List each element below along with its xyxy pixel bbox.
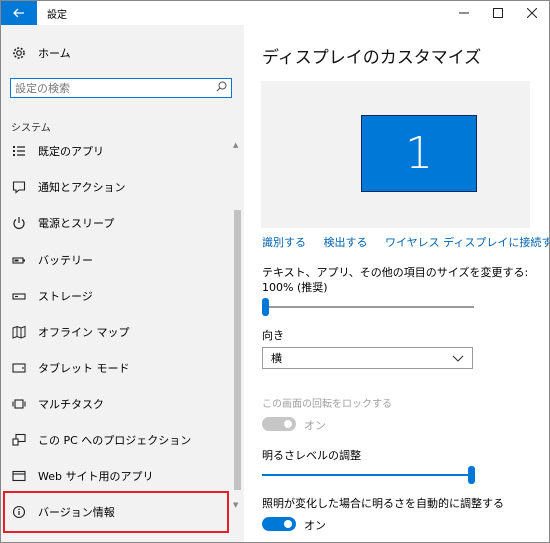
sidebar-item-battery[interactable]: バッテリー bbox=[1, 243, 230, 277]
toggle-knob bbox=[284, 520, 292, 528]
slider-thumb[interactable] bbox=[262, 298, 269, 316]
sidebar-item-label: マルチタスク bbox=[38, 398, 104, 411]
sidebar-item-offline-maps[interactable]: オフライン マップ bbox=[1, 315, 230, 349]
orientation-label: 向き bbox=[262, 329, 284, 342]
sidebar-item-multitasking[interactable]: マルチタスク bbox=[1, 387, 230, 421]
title-bar: 設定 bbox=[1, 1, 549, 25]
monitor-number: 1 bbox=[405, 128, 433, 179]
auto-brightness-state: オン bbox=[304, 519, 326, 532]
settings-window: 設定 ホーム システム 既定のアプリ bbox=[0, 0, 550, 543]
sidebar-item-home[interactable]: ホーム bbox=[1, 39, 244, 67]
brightness-label: 明るさレベルの調整 bbox=[262, 449, 361, 462]
toggle-knob bbox=[284, 420, 292, 428]
detect-link[interactable]: 検出する bbox=[324, 236, 368, 249]
main-content: ディスプレイのカスタマイズ 1 識別する 検出する ワイヤレス ディスプレイに接… bbox=[244, 25, 549, 542]
monitor-tile[interactable]: 1 bbox=[361, 115, 477, 192]
minimize-icon bbox=[459, 12, 469, 14]
tablet-icon bbox=[11, 360, 27, 376]
minimize-button[interactable] bbox=[447, 1, 481, 25]
sidebar-item-about[interactable]: バージョン情報 bbox=[1, 495, 230, 529]
wireless-display-link[interactable]: ワイヤレス ディスプレイに接続する bbox=[385, 236, 549, 249]
section-heading: システム bbox=[11, 123, 51, 134]
sidebar-item-web-apps[interactable]: Web サイト用のアプリ bbox=[1, 459, 230, 493]
back-button[interactable] bbox=[1, 1, 37, 25]
display-links: 識別する 検出する ワイヤレス ディスプレイに接続する bbox=[262, 234, 549, 250]
sidebar-item-label: この PC へのプロジェクション bbox=[38, 434, 192, 447]
search-icon[interactable] bbox=[216, 81, 227, 95]
orientation-value: 横 bbox=[271, 352, 282, 365]
chevron-down-icon bbox=[452, 351, 464, 368]
maximize-icon bbox=[493, 8, 503, 18]
map-icon bbox=[11, 324, 27, 340]
identify-link[interactable]: 識別する bbox=[262, 236, 306, 249]
scale-label: テキスト、アプリ、その他の項目のサイズを変更する: 100% (推奨) bbox=[262, 266, 529, 294]
rotation-lock-label: この画面の回転をロックする bbox=[262, 399, 392, 410]
sidebar-item-tablet-mode[interactable]: タブレット モード bbox=[1, 351, 230, 385]
projection-icon bbox=[11, 432, 27, 448]
window-title: 設定 bbox=[47, 10, 67, 21]
auto-brightness-toggle[interactable] bbox=[262, 517, 296, 531]
storage-icon bbox=[11, 288, 27, 304]
sidebar-item-label: オフライン マップ bbox=[38, 326, 130, 339]
sidebar-item-projection[interactable]: この PC へのプロジェクション bbox=[1, 423, 230, 457]
close-button[interactable] bbox=[515, 1, 549, 25]
scroll-up-icon[interactable]: ▲ bbox=[233, 141, 238, 149]
scroll-down-icon[interactable]: ▼ bbox=[233, 501, 238, 509]
power-icon bbox=[11, 215, 27, 231]
battery-icon bbox=[11, 252, 27, 268]
sidebar-item-default-apps[interactable]: 既定のアプリ bbox=[1, 134, 230, 168]
orientation-dropdown[interactable]: 横 bbox=[262, 347, 473, 369]
sidebar-item-label: バッテリー bbox=[38, 254, 93, 267]
scrollbar-thumb[interactable] bbox=[234, 210, 241, 490]
notification-icon bbox=[11, 179, 27, 195]
rotation-lock-toggle[interactable] bbox=[262, 417, 296, 431]
auto-brightness-label: 照明が変化した場合に明るさを自動的に調整する bbox=[262, 497, 504, 510]
brightness-slider[interactable] bbox=[262, 465, 475, 485]
maximize-button[interactable] bbox=[481, 1, 515, 25]
sidebar-item-notifications[interactable]: 通知とアクション bbox=[1, 170, 230, 204]
scale-slider[interactable] bbox=[262, 297, 474, 317]
sidebar-item-label: タブレット モード bbox=[38, 362, 130, 375]
sidebar-item-label: 既定のアプリ bbox=[38, 145, 104, 158]
multitask-icon bbox=[11, 396, 27, 412]
rotation-lock-state: オン bbox=[304, 419, 326, 432]
sidebar: ホーム システム 既定のアプリ 通知とアクション 電源とスリープ バッテリー bbox=[1, 25, 244, 542]
arrow-left-icon bbox=[13, 8, 24, 18]
sidebar-item-storage[interactable]: ストレージ bbox=[1, 279, 230, 313]
slider-fill bbox=[262, 474, 471, 476]
slider-track bbox=[262, 306, 474, 308]
default-apps-icon bbox=[11, 143, 27, 159]
sidebar-item-label: 通知とアクション bbox=[38, 181, 126, 194]
search-box bbox=[10, 78, 232, 98]
info-icon bbox=[11, 504, 27, 520]
sidebar-item-label: 電源とスリープ bbox=[38, 217, 115, 230]
slider-thumb[interactable] bbox=[468, 466, 475, 484]
page-title: ディスプレイのカスタマイズ bbox=[262, 48, 482, 68]
sidebar-item-label: ホーム bbox=[38, 47, 71, 60]
sidebar-item-power[interactable]: 電源とスリープ bbox=[1, 206, 230, 240]
sidebar-item-label: Web サイト用のアプリ bbox=[38, 470, 154, 483]
web-apps-icon bbox=[11, 468, 27, 484]
sidebar-item-label: バージョン情報 bbox=[38, 506, 115, 519]
search-input[interactable] bbox=[15, 80, 195, 96]
display-preview: 1 bbox=[261, 81, 530, 228]
gear-icon bbox=[11, 45, 27, 61]
sidebar-item-label: ストレージ bbox=[38, 290, 93, 303]
close-icon bbox=[527, 8, 537, 18]
